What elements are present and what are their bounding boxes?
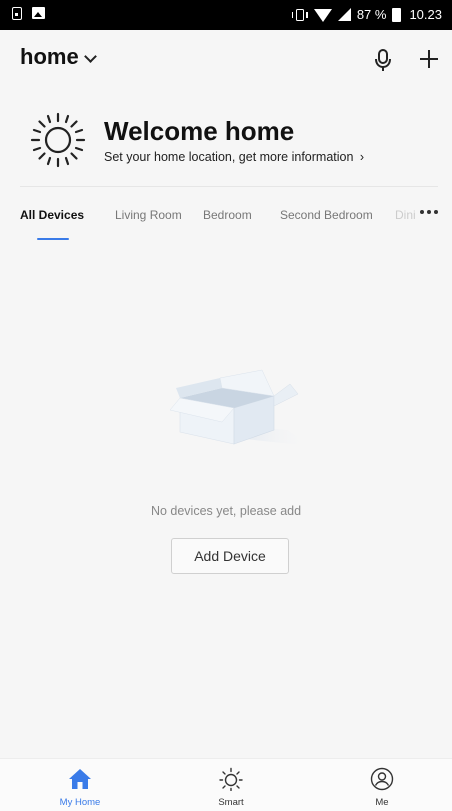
microphone-icon[interactable] bbox=[373, 48, 393, 72]
room-tabs: All Devices Living Room Bedroom Second B… bbox=[0, 200, 452, 244]
nav-me[interactable]: Me bbox=[332, 759, 432, 811]
battery-percent: 87 % bbox=[356, 7, 387, 22]
add-device-button[interactable]: Add Device bbox=[171, 538, 289, 574]
vibrate-icon bbox=[291, 8, 308, 21]
cell-signal-icon bbox=[337, 8, 351, 21]
image-notification-icon bbox=[32, 7, 45, 19]
tab-dining[interactable]: Dini bbox=[395, 208, 416, 222]
bottom-navigation: My Home Smart Me bbox=[0, 758, 452, 811]
sun-icon bbox=[219, 767, 243, 791]
tab-all-devices[interactable]: All Devices bbox=[20, 208, 84, 222]
more-icon[interactable] bbox=[420, 210, 438, 214]
divider bbox=[20, 186, 438, 187]
tab-living-room[interactable]: Living Room bbox=[115, 208, 182, 222]
welcome-title: Welcome home bbox=[104, 116, 295, 146]
sim-card-icon bbox=[12, 7, 22, 20]
sun-icon bbox=[30, 112, 86, 168]
battery-icon bbox=[392, 7, 402, 22]
add-icon[interactable] bbox=[418, 48, 440, 70]
nav-my-home[interactable]: My Home bbox=[30, 759, 130, 811]
app-header: home bbox=[0, 30, 452, 88]
empty-box-illustration bbox=[170, 369, 310, 446]
status-bar: 87 % 10.23 bbox=[0, 0, 452, 30]
tab-bedroom[interactable]: Bedroom bbox=[203, 208, 252, 222]
nav-label: Smart bbox=[218, 797, 244, 808]
nav-label: My Home bbox=[59, 797, 101, 808]
chevron-right-icon: › bbox=[359, 150, 365, 164]
wifi-icon bbox=[313, 9, 332, 22]
empty-state-message: No devices yet, please add bbox=[150, 504, 302, 518]
welcome-banner[interactable]: Welcome home Set your home location, get… bbox=[0, 100, 452, 180]
nav-label: Me bbox=[375, 797, 389, 808]
active-tab-indicator bbox=[37, 238, 69, 240]
user-icon bbox=[370, 767, 394, 791]
chevron-down-icon bbox=[84, 50, 97, 63]
tab-second-bedroom[interactable]: Second Bedroom bbox=[280, 208, 373, 222]
nav-smart[interactable]: Smart bbox=[181, 759, 281, 811]
home-icon bbox=[69, 769, 91, 789]
home-title: home bbox=[20, 44, 79, 69]
welcome-subtitle: Set your home location, get more informa… bbox=[104, 150, 365, 164]
clock: 10.23 bbox=[409, 7, 442, 22]
